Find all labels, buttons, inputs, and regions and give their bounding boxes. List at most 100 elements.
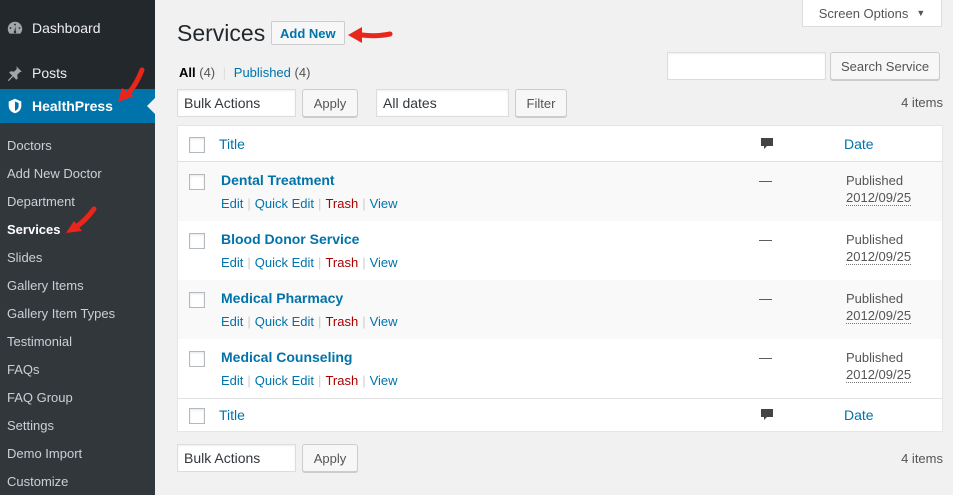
separator: | — [362, 196, 366, 211]
table-row: Dental Treatment Edit | Quick Edit | Trash | V… — [178, 162, 942, 221]
trash-link[interactable]: Trash — [325, 373, 358, 388]
column-date-footer[interactable]: Date — [844, 407, 874, 423]
search-service-button[interactable]: Search Service — [830, 52, 941, 80]
search-input[interactable] — [667, 52, 826, 80]
menu-healthpress-label: HealthPress — [32, 98, 113, 114]
menu-dashboard-label: Dashboard — [32, 20, 101, 36]
post-status: Published — [846, 350, 904, 365]
bulk-actions-select-top[interactable]: Bulk Actions — [177, 89, 296, 117]
select-all-checkbox-footer[interactable] — [189, 408, 205, 424]
comment-count: — — [759, 232, 772, 247]
pin-icon — [6, 64, 24, 82]
edit-link[interactable]: Edit — [221, 373, 243, 388]
status-filter-links: All (4) | Published (4) — [179, 65, 310, 80]
main-content: Services Add New Screen Options ▼ All (4… — [155, 0, 953, 495]
submenu-item-gallery-items[interactable]: Gallery Items — [7, 278, 84, 293]
comment-icon — [761, 138, 773, 149]
post-status: Published — [846, 173, 904, 188]
filter-published-count: (4) — [294, 65, 311, 80]
submenu-item-settings[interactable]: Settings — [7, 418, 54, 433]
menu-posts-label: Posts — [32, 65, 68, 81]
shield-icon — [6, 97, 24, 115]
bulk-actions-select-bottom[interactable]: Bulk Actions — [177, 444, 296, 472]
separator: | — [318, 196, 322, 211]
post-date: 2012/09/25 — [846, 190, 912, 206]
separator: | — [362, 373, 366, 388]
filter-button[interactable]: Filter — [515, 89, 567, 117]
separator: | — [362, 255, 366, 270]
submenu-item-add-new-doctor[interactable]: Add New Doctor — [7, 166, 102, 181]
row-title-link[interactable]: Medical Counseling — [221, 349, 352, 365]
submenu-item-customize[interactable]: Customize — [7, 474, 68, 489]
quick-edit-link[interactable]: Quick Edit — [255, 314, 314, 329]
separator: | — [318, 373, 322, 388]
submenu-item-testimonial[interactable]: Testimonial — [7, 334, 72, 349]
separator: | — [318, 314, 322, 329]
view-link[interactable]: View — [370, 196, 398, 211]
table-row: Medical Pharmacy Edit | Quick Edit | Trash | V… — [178, 280, 942, 339]
row-actions: Edit | Quick Edit | Trash | View — [221, 314, 398, 329]
row-title-link[interactable]: Blood Donor Service — [221, 231, 359, 247]
submenu-item-services[interactable]: Services — [7, 222, 61, 237]
annotation-arrow-healthpress — [118, 67, 145, 102]
edit-link[interactable]: Edit — [221, 255, 243, 270]
menu-dashboard[interactable]: Dashboard — [0, 11, 155, 45]
row-checkbox[interactable] — [189, 174, 205, 190]
row-checkbox[interactable] — [189, 292, 205, 308]
screen-options-label: Screen Options — [818, 5, 909, 21]
caret-down-icon: ▼ — [916, 8, 926, 18]
column-date-header[interactable]: Date — [844, 136, 874, 152]
submenu-item-demo-import[interactable]: Demo Import — [7, 446, 82, 461]
post-status: Published — [846, 232, 904, 247]
trash-link[interactable]: Trash — [325, 255, 358, 270]
row-title-link[interactable]: Dental Treatment — [221, 172, 335, 188]
apply-button-bottom[interactable]: Apply — [302, 444, 358, 472]
items-count-bottom: 4 items — [901, 451, 943, 466]
separator: | — [247, 255, 251, 270]
table-header: Title Date — [178, 126, 942, 162]
view-link[interactable]: View — [370, 373, 398, 388]
annotation-arrow-services — [66, 206, 97, 233]
row-title-link[interactable]: Medical Pharmacy — [221, 290, 343, 306]
table-row: Blood Donor Service Edit | Quick Edit | Tras… — [178, 221, 942, 280]
comment-icon — [761, 409, 773, 420]
post-date: 2012/09/25 — [846, 249, 912, 265]
view-link[interactable]: View — [370, 314, 398, 329]
separator: | — [247, 373, 251, 388]
trash-link[interactable]: Trash — [325, 196, 358, 211]
separator: | — [247, 196, 251, 211]
submenu-item-doctors[interactable]: Doctors — [7, 138, 52, 153]
edit-link[interactable]: Edit — [221, 196, 243, 211]
row-checkbox[interactable] — [189, 351, 205, 367]
comment-count: — — [759, 350, 772, 365]
comment-count: — — [759, 291, 772, 306]
edit-link[interactable]: Edit — [221, 314, 243, 329]
select-all-checkbox[interactable] — [189, 137, 205, 153]
post-date: 2012/09/25 — [846, 367, 912, 383]
items-count-top: 4 items — [901, 95, 943, 110]
submenu-item-faq-group[interactable]: FAQ Group — [7, 390, 73, 405]
screen-options-button[interactable]: Screen Options ▼ — [802, 0, 942, 27]
page-title: Services — [177, 20, 266, 46]
row-actions: Edit | Quick Edit | Trash | View — [221, 255, 398, 270]
row-checkbox[interactable] — [189, 233, 205, 249]
dates-select[interactable]: All dates — [376, 89, 509, 117]
submenu-item-slides[interactable]: Slides — [7, 250, 42, 265]
trash-link[interactable]: Trash — [325, 314, 358, 329]
row-actions: Edit | Quick Edit | Trash | View — [221, 373, 398, 388]
column-title-header[interactable]: Title — [219, 136, 245, 152]
separator: | — [318, 255, 322, 270]
submenu-item-gallery-item-types[interactable]: Gallery Item Types — [7, 306, 115, 321]
submenu-item-faqs[interactable]: FAQs — [7, 362, 40, 377]
column-title-footer[interactable]: Title — [219, 407, 245, 423]
filter-all[interactable]: All — [179, 65, 196, 80]
post-status: Published — [846, 291, 904, 306]
row-actions: Edit | Quick Edit | Trash | View — [221, 196, 398, 211]
view-link[interactable]: View — [370, 255, 398, 270]
quick-edit-link[interactable]: Quick Edit — [255, 255, 314, 270]
add-new-button[interactable]: Add New — [271, 21, 345, 45]
quick-edit-link[interactable]: Quick Edit — [255, 196, 314, 211]
quick-edit-link[interactable]: Quick Edit — [255, 373, 314, 388]
apply-button-top[interactable]: Apply — [302, 89, 358, 117]
filter-published[interactable]: Published — [234, 65, 291, 80]
